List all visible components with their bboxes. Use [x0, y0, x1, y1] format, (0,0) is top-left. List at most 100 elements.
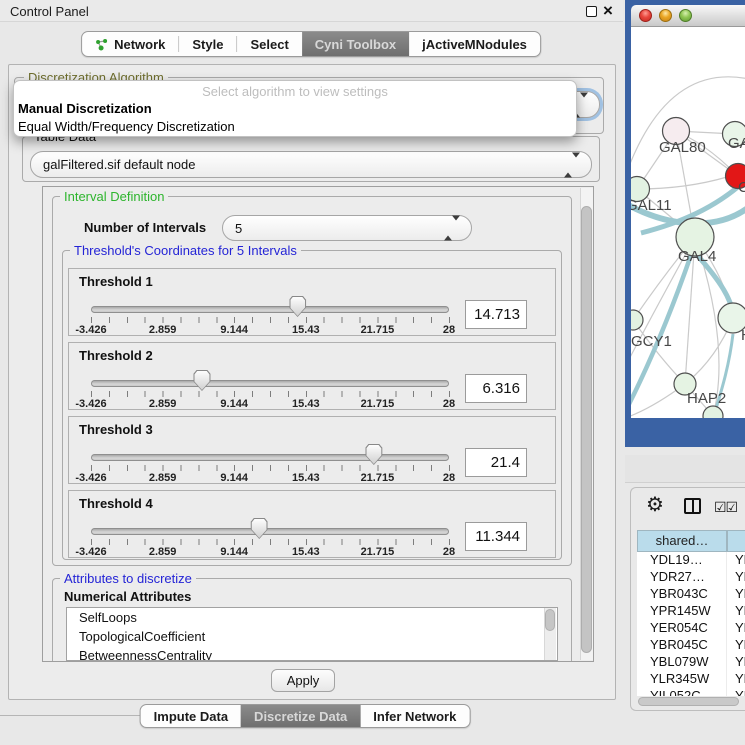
number-of-intervals-combobox[interactable]: 5	[222, 215, 472, 241]
table-row[interactable]: YBR045CYBR0	[637, 637, 745, 654]
combo-arrows-icon	[564, 157, 580, 172]
svg-text:H: H	[741, 327, 745, 344]
tab-impute-data[interactable]: Impute Data	[141, 705, 241, 727]
slider-scale: -3.4262.8599.14415.4321.71528	[91, 472, 449, 484]
svg-text:HAP2: HAP2	[687, 390, 726, 407]
tab-label: Style	[192, 37, 223, 52]
horizontal-scrollbar-thumb[interactable]	[638, 697, 739, 706]
slider-scale: -3.4262.8599.14415.4321.71528	[91, 398, 449, 410]
table-data-value: galFiltered.sif default node	[43, 157, 195, 172]
slider-scale: -3.4262.8599.14415.4321.71528	[91, 546, 449, 558]
thresholds-group-title: Threshold's Coordinates for 5 Intervals	[70, 243, 301, 258]
numerical-attributes-label: Numerical Attributes	[64, 589, 191, 604]
bottom-tabstrip: Impute Data Discretize Data Infer Networ…	[140, 704, 471, 728]
apply-button[interactable]: Apply	[271, 669, 335, 692]
algorithm-dropdown-popup: Select algorithm to view settings Manual…	[13, 80, 577, 137]
tab-select[interactable]: Select	[237, 32, 301, 56]
dropdown-option-manual-discretization[interactable]: Manual Discretization	[18, 101, 152, 116]
network-node[interactable]	[631, 310, 643, 330]
tab-label: Cyni Toolbox	[315, 37, 396, 52]
control-panel-titlebar: Control Panel ×	[0, 0, 623, 22]
gear-icon[interactable]: ⚙	[646, 492, 664, 517]
tab-style[interactable]: Style	[179, 32, 236, 56]
slider-thumb[interactable]	[365, 444, 382, 465]
tab-label: Network	[114, 37, 165, 52]
threshold-1-panel: Threshold 1 -3.4262.8599.14415.4321.7152…	[68, 268, 556, 336]
panel-title: Control Panel	[10, 4, 89, 19]
network-canvas[interactable]: GAL80 GAL11 GAL4 GCY1 HAP2 GA C H	[631, 27, 745, 418]
table-row[interactable]: YIL052CYIL0	[637, 688, 745, 696]
svg-text:GCY1: GCY1	[631, 333, 672, 350]
threshold-label: Threshold 4	[79, 496, 153, 511]
dropdown-option-equal-width[interactable]: Equal Width/Frequency Discretization	[18, 119, 235, 134]
combo-arrows-icon	[444, 221, 460, 236]
interval-definition-group-title: Interval Definition	[60, 189, 168, 204]
threshold-value-field[interactable]: 21.4	[465, 448, 527, 477]
slider-thumb[interactable]	[251, 518, 268, 539]
list-item[interactable]: SelfLoops	[67, 608, 557, 627]
threshold-3-panel: Threshold 3 -3.4262.8599.14415.4321.7152…	[68, 416, 556, 484]
column-header-name[interactable]: na	[727, 530, 745, 552]
threshold-label: Threshold 2	[79, 348, 153, 363]
tab-jactivemnodules[interactable]: jActiveMNodules	[409, 32, 540, 56]
slider-scale: -3.4262.8599.14415.4321.71528	[91, 324, 449, 336]
split-columns-icon[interactable]	[684, 498, 701, 514]
slider-thumb[interactable]	[289, 296, 306, 317]
tab-infer-network[interactable]: Infer Network	[360, 705, 469, 727]
column-header-shared[interactable]: shared…	[637, 530, 727, 552]
screen: Control Panel × Network Style Select Cyn…	[0, 0, 745, 745]
tab-label: Discretize Data	[254, 709, 347, 724]
dropdown-placeholder: Select algorithm to view settings	[14, 84, 576, 99]
tab-label: jActiveMNodules	[422, 37, 527, 52]
table-row[interactable]: YPR145WYPR1	[637, 603, 745, 620]
minimize-traffic-light-icon[interactable]	[659, 9, 672, 22]
table-data-combobox[interactable]: galFiltered.sif default node	[30, 151, 592, 178]
network-window-titlebar	[631, 5, 745, 27]
svg-text:GAL11: GAL11	[631, 197, 672, 214]
table-row[interactable]: YBL079WYBL0	[637, 654, 745, 671]
numerical-attributes-list: SelfLoops TopologicalCoefficient Between…	[66, 607, 558, 661]
tab-label: Infer Network	[373, 709, 456, 724]
number-of-intervals-label: Number of Intervals	[84, 220, 206, 235]
tab-network[interactable]: Network	[82, 32, 178, 56]
slider-ticks	[91, 539, 450, 545]
table-rows: YDL19…YDL1 YDR27…YDR2 YBR043CYBR0 YPR145…	[637, 552, 745, 696]
threshold-label: Threshold 3	[79, 422, 153, 437]
list-scrollbar-thumb[interactable]	[545, 609, 555, 631]
tab-cyni-toolbox[interactable]: Cyni Toolbox	[302, 32, 409, 56]
table-row[interactable]: YER054CYER0	[637, 620, 745, 637]
threshold-4-panel: Threshold 4 -3.4262.8599.14415.4321.7152…	[68, 490, 556, 558]
number-of-intervals-value: 5	[235, 221, 242, 236]
tab-label: Impute Data	[154, 709, 228, 724]
table-panel-titlebar: Table Panel	[625, 455, 745, 483]
table-row[interactable]: YBR043CYBR0	[637, 586, 745, 603]
threshold-2-panel: Threshold 2 -3.4262.8599.14415.4321.7152…	[68, 342, 556, 410]
threshold-label: Threshold 1	[79, 274, 153, 289]
slider-ticks	[91, 317, 450, 323]
zoom-traffic-light-icon[interactable]	[679, 9, 692, 22]
bottom-tab-rule	[0, 715, 147, 716]
svg-text:GA: GA	[728, 135, 745, 152]
list-item[interactable]: TopologicalCoefficient	[67, 627, 557, 646]
slider-thumb[interactable]	[193, 370, 210, 391]
svg-text:GAL4: GAL4	[678, 248, 716, 265]
threshold-value-field[interactable]: 11.344	[465, 522, 527, 551]
float-window-icon[interactable]	[586, 6, 597, 17]
threshold-value-field[interactable]: 14.713	[465, 300, 527, 329]
tab-discretize-data[interactable]: Discretize Data	[241, 705, 360, 727]
checkbox-icons[interactable]: ☑☑	[714, 499, 737, 516]
slider-ticks	[91, 391, 450, 397]
svg-text:C: C	[738, 179, 745, 196]
attributes-group-title: Attributes to discretize	[60, 571, 196, 586]
table-row[interactable]: YDL19…YDL1	[637, 552, 745, 569]
vertical-scrollbar-thumb[interactable]	[581, 206, 592, 653]
top-tabstrip: Network Style Select Cyni Toolbox jActiv…	[81, 31, 541, 57]
close-icon[interactable]: ×	[603, 1, 613, 21]
svg-text:GAL80: GAL80	[659, 139, 706, 156]
close-traffic-light-icon[interactable]	[639, 9, 652, 22]
list-item[interactable]: BetweennessCentrality	[67, 646, 557, 661]
threshold-value-field[interactable]: 6.316	[465, 374, 527, 403]
network-icon	[95, 38, 108, 51]
table-row[interactable]: YLR345WYLR3	[637, 671, 745, 688]
table-row[interactable]: YDR27…YDR2	[637, 569, 745, 586]
